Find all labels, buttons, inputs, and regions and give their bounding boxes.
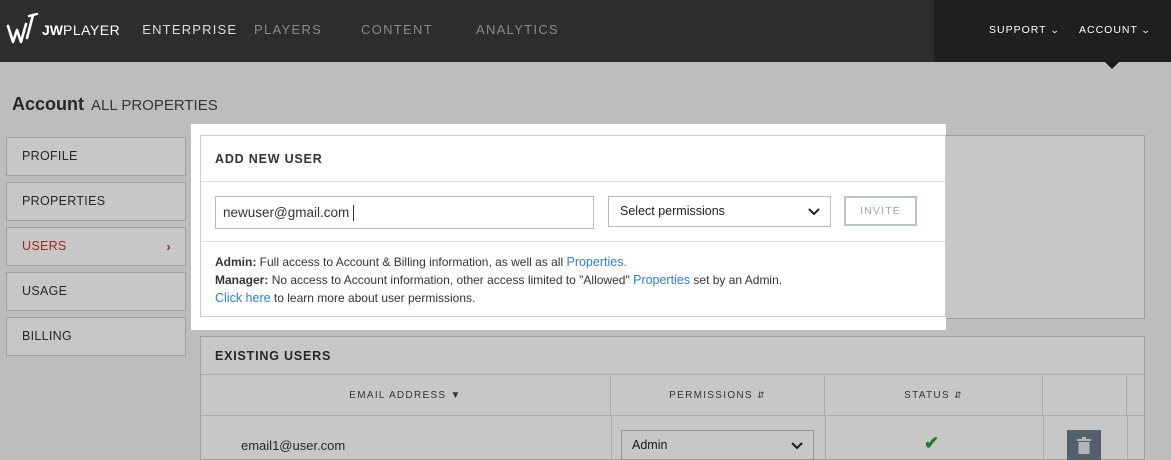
permissions-select-label: Select permissions — [620, 204, 725, 218]
user-permission-value: Admin — [632, 438, 668, 452]
column-header-status[interactable]: STATUS ⇵ — [825, 376, 1043, 415]
click-here-link[interactable]: Click here — [215, 291, 271, 305]
nav-analytics[interactable]: ANALYTICS — [476, 22, 559, 37]
sidebar-item-label: PROPERTIES — [22, 194, 106, 208]
sidebar-item-label: USAGE — [22, 284, 68, 298]
nav-content[interactable]: CONTENT — [361, 22, 433, 37]
add-user-form: Select permissions INVITE — [201, 182, 945, 242]
page-title-main: Account — [12, 94, 84, 114]
admin-label: Admin: — [215, 255, 257, 269]
column-header-actions — [1043, 376, 1127, 415]
sidebar-item-users[interactable]: USERS › — [6, 227, 186, 266]
jw-mark-icon — [6, 12, 39, 44]
admin-text: Full access to Account & Billing informa… — [259, 255, 564, 269]
sidebar-item-label: PROFILE — [22, 149, 78, 163]
nav-active-caret — [1105, 62, 1119, 69]
column-divider — [1127, 416, 1128, 460]
sidebar-item-usage[interactable]: USAGE — [6, 272, 186, 311]
manager-text-2: set by an Admin. — [693, 273, 783, 287]
sort-icon: ⇵ — [954, 390, 963, 400]
admin-properties-link[interactable]: Properties. — [566, 255, 626, 269]
column-divider — [825, 416, 826, 460]
nav-account[interactable]: ACCOUNT ⌄ — [1079, 24, 1152, 36]
learn-more-line: Click here to learn more about user perm… — [215, 289, 931, 307]
status-active-check-icon: ✔ — [924, 433, 940, 453]
chevron-down-icon — [791, 431, 803, 459]
delete-user-button[interactable] — [1067, 430, 1101, 460]
permissions-info: Admin: Full access to Account & Billing … — [201, 242, 945, 307]
column-header-label: STATUS — [904, 390, 950, 401]
logo-enterprise-text: ENTERPRISE — [142, 21, 238, 37]
sidebar-item-properties[interactable]: PROPERTIES — [6, 182, 186, 221]
page-title: Account ALL PROPERTIES — [12, 94, 218, 115]
learn-more-text: to learn more about user permissions. — [273, 291, 476, 305]
sidebar-item-billing[interactable]: BILLING — [6, 317, 186, 356]
column-divider — [1043, 416, 1044, 460]
logo-jw-text: JW — [42, 22, 63, 38]
column-header-label: PERMISSIONS — [669, 390, 753, 401]
sidebar-item-label: BILLING — [22, 329, 73, 343]
page-title-sub: ALL PROPERTIES — [91, 97, 218, 114]
chevron-right-icon: › — [166, 239, 171, 254]
nav-support-label: SUPPORT — [989, 24, 1047, 36]
existing-users-panel: EXISTING USERS EMAIL ADDRESS ▼ PERMISSIO… — [200, 336, 1145, 460]
admin-info-line: Admin: Full access to Account & Billing … — [215, 253, 931, 271]
add-user-dialog: ADD NEW USER Select permissions INVITE A… — [200, 135, 946, 317]
sidebar-item-profile[interactable]: PROFILE — [6, 137, 186, 176]
header-divider — [201, 415, 1144, 416]
manager-info-line: Manager: No access to Account informatio… — [215, 271, 931, 289]
column-divider — [611, 416, 612, 460]
user-email: email1@user.com — [241, 438, 346, 453]
chevron-down-icon: ⌄ — [1049, 24, 1061, 35]
chevron-down-icon — [808, 197, 820, 226]
add-user-title: ADD NEW USER — [201, 136, 945, 182]
top-nav: JW PLAYER ENTERPRISE PLAYERS CONTENT ANA… — [0, 0, 1171, 62]
sidebar-item-label: USERS — [22, 239, 67, 253]
column-header-label: EMAIL ADDRESS — [349, 390, 447, 401]
jwplayer-logo[interactable]: JW PLAYER ENTERPRISE — [6, 10, 237, 50]
email-input[interactable] — [215, 196, 594, 229]
sort-desc-icon: ▼ — [450, 390, 462, 401]
text-cursor — [353, 205, 354, 221]
manager-label: Manager: — [215, 273, 269, 287]
trash-icon — [1077, 437, 1091, 454]
manager-text: No access to Account information, other … — [271, 273, 630, 287]
existing-users-title: EXISTING USERS — [201, 337, 1144, 375]
nav-account-label: ACCOUNT — [1079, 24, 1138, 36]
nav-support[interactable]: SUPPORT ⌄ — [989, 24, 1059, 36]
user-permission-select[interactable]: Admin — [621, 430, 814, 460]
permissions-select[interactable]: Select permissions — [608, 196, 831, 227]
column-header-email[interactable]: EMAIL ADDRESS ▼ — [201, 376, 611, 415]
chevron-down-icon: ⌄ — [1140, 24, 1152, 35]
sort-icon: ⇵ — [757, 390, 766, 400]
invite-button[interactable]: INVITE — [844, 196, 917, 226]
logo-player-text: PLAYER — [63, 22, 121, 38]
manager-properties-link[interactable]: Properties — [633, 273, 690, 287]
nav-players[interactable]: PLAYERS — [254, 22, 322, 37]
column-header-permissions[interactable]: PERMISSIONS ⇵ — [611, 376, 825, 415]
